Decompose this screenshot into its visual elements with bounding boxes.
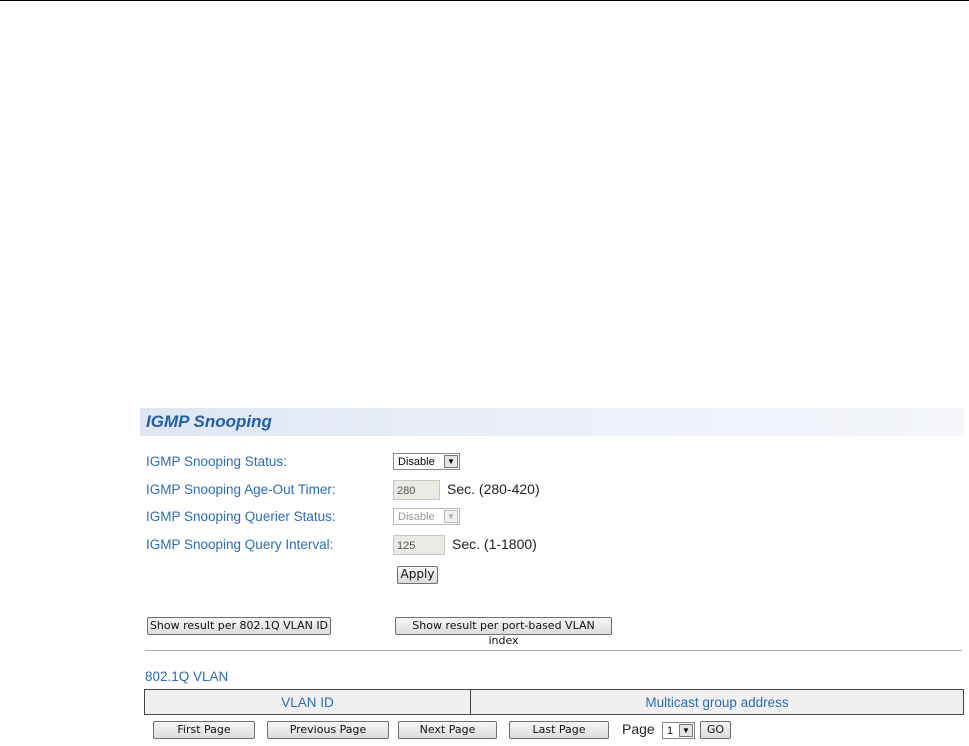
status-label: IGMP Snooping Status: bbox=[146, 454, 287, 469]
chevron-down-icon: ▼ bbox=[444, 455, 458, 468]
snooping-status-select[interactable]: Disable ▼ bbox=[393, 453, 460, 470]
age-out-input[interactable]: 280 bbox=[393, 480, 440, 500]
first-page-button[interactable]: First Page bbox=[153, 721, 255, 739]
age-out-label: IGMP Snooping Age-Out Timer: bbox=[146, 482, 336, 497]
query-interval-input[interactable]: 125 bbox=[393, 535, 445, 555]
querier-status-select: Disable ▼ bbox=[393, 508, 460, 525]
column-vlan-id: VLAN ID bbox=[145, 690, 471, 714]
chevron-down-icon: ▼ bbox=[444, 510, 458, 523]
section-label: 802.1Q VLAN bbox=[145, 669, 229, 684]
column-multicast-address: Multicast group address bbox=[645, 694, 789, 710]
query-interval-range: Sec. (1-1800) bbox=[452, 536, 537, 552]
previous-page-button[interactable]: Previous Page bbox=[267, 721, 389, 739]
vlan-table-header: VLAN ID Multicast group address bbox=[144, 689, 964, 715]
apply-button[interactable]: Apply bbox=[397, 566, 438, 584]
page-select[interactable]: 1 ▼ bbox=[662, 722, 695, 739]
show-vlan-id-button[interactable]: Show result per 802.1Q VLAN ID bbox=[147, 617, 331, 635]
page-label: Page bbox=[622, 721, 655, 737]
select-value: Disable bbox=[398, 511, 435, 523]
top-border bbox=[0, 0, 969, 1]
select-value: 1 bbox=[667, 725, 674, 737]
go-button[interactable]: GO bbox=[700, 721, 731, 739]
show-port-based-button[interactable]: Show result per port-based VLAN index bbox=[395, 617, 612, 647]
select-value: Disable bbox=[398, 456, 435, 468]
last-page-button[interactable]: Last Page bbox=[509, 721, 609, 739]
querier-status-label: IGMP Snooping Querier Status: bbox=[146, 509, 336, 524]
page-title: IGMP Snooping bbox=[146, 412, 272, 431]
divider bbox=[145, 650, 962, 651]
age-out-range: Sec. (280-420) bbox=[447, 481, 540, 497]
section-header: IGMP Snooping bbox=[140, 408, 964, 436]
next-page-button[interactable]: Next Page bbox=[398, 721, 497, 739]
chevron-down-icon: ▼ bbox=[679, 724, 693, 737]
query-interval-label: IGMP Snooping Query Interval: bbox=[146, 537, 334, 552]
